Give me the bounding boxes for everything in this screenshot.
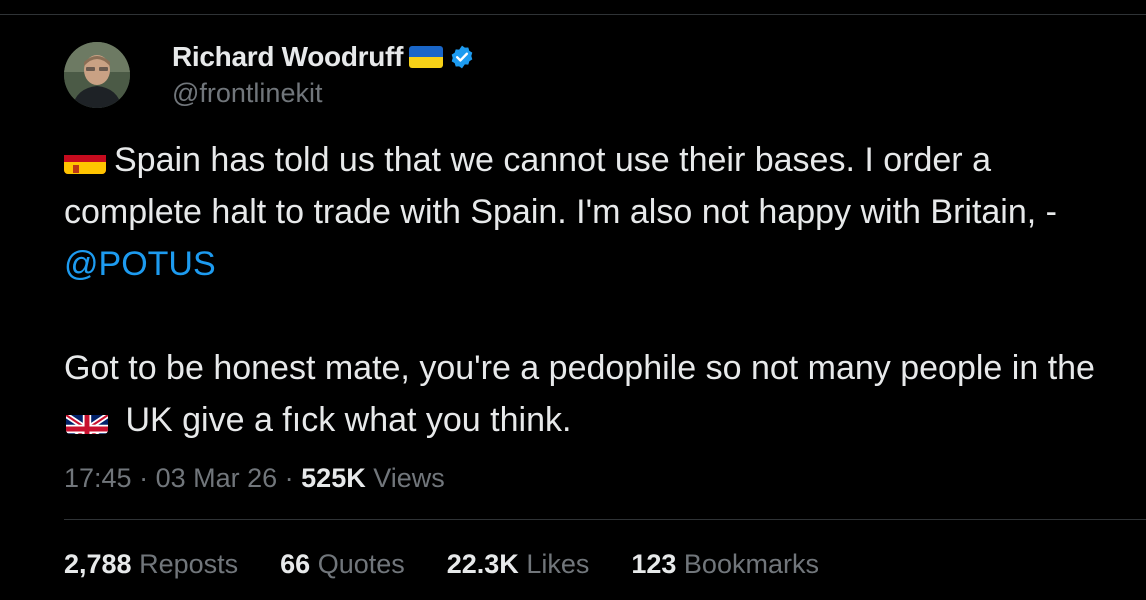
author-name[interactable]: Richard Woodruff xyxy=(172,41,403,73)
bookmarks-stat[interactable]: 123 Bookmarks xyxy=(631,549,819,580)
likes-stat[interactable]: 22.3K Likes xyxy=(447,549,590,580)
tweet-text-1: Spain has told us that we cannot use the… xyxy=(64,141,1057,231)
likes-count: 22.3K xyxy=(446,549,519,579)
avatar-image xyxy=(64,42,130,108)
reposts-count: 2,788 xyxy=(64,549,132,579)
reposts-stat[interactable]: 2,788 Reposts xyxy=(64,549,238,580)
tweet-text-2b: UK give a fıck what you think. xyxy=(116,401,572,439)
verified-badge-icon[interactable] xyxy=(449,44,475,70)
spain-flag-icon xyxy=(64,146,106,174)
tweet-date[interactable]: 03 Mar 26 xyxy=(156,463,278,493)
likes-label: Likes xyxy=(518,549,590,579)
engagement-stats: 2,788 Reposts 66 Quotes 22.3K Likes 123 … xyxy=(64,549,861,580)
bookmarks-count: 123 xyxy=(631,549,677,579)
stats-divider xyxy=(64,519,1146,520)
mention-link[interactable]: @POTUS xyxy=(64,245,216,283)
views-count: 525K xyxy=(301,463,366,493)
meta-separator: · xyxy=(277,463,302,493)
bookmarks-label: Bookmarks xyxy=(676,549,819,579)
quotes-stat[interactable]: 66 Quotes xyxy=(280,549,405,580)
reposts-label: Reposts xyxy=(131,549,239,579)
views-label: Views xyxy=(365,463,445,493)
tweet-meta: 17:45 · 03 Mar 26 · 525K Views xyxy=(64,463,445,494)
top-divider xyxy=(0,14,1146,15)
quotes-label: Quotes xyxy=(310,549,405,579)
meta-separator: · xyxy=(131,463,156,493)
tweet-paragraph-1: Spain has told us that we cannot use the… xyxy=(64,134,1124,290)
tweet-text-2a: Got to be honest mate, you're a pedophil… xyxy=(64,349,1095,387)
ukraine-flag-icon xyxy=(409,46,444,68)
avatar[interactable] xyxy=(64,42,130,108)
quotes-count: 66 xyxy=(280,549,311,579)
author-name-row[interactable]: Richard Woodruff xyxy=(172,38,475,76)
tweet-paragraph-2: Got to be honest mate, you're a pedophil… xyxy=(64,342,1124,446)
tweet-time[interactable]: 17:45 xyxy=(64,463,132,493)
tweet-body: Spain has told us that we cannot use the… xyxy=(64,134,1124,446)
uk-flag-icon xyxy=(66,406,108,434)
author-handle[interactable]: @frontlinekit xyxy=(172,78,322,109)
